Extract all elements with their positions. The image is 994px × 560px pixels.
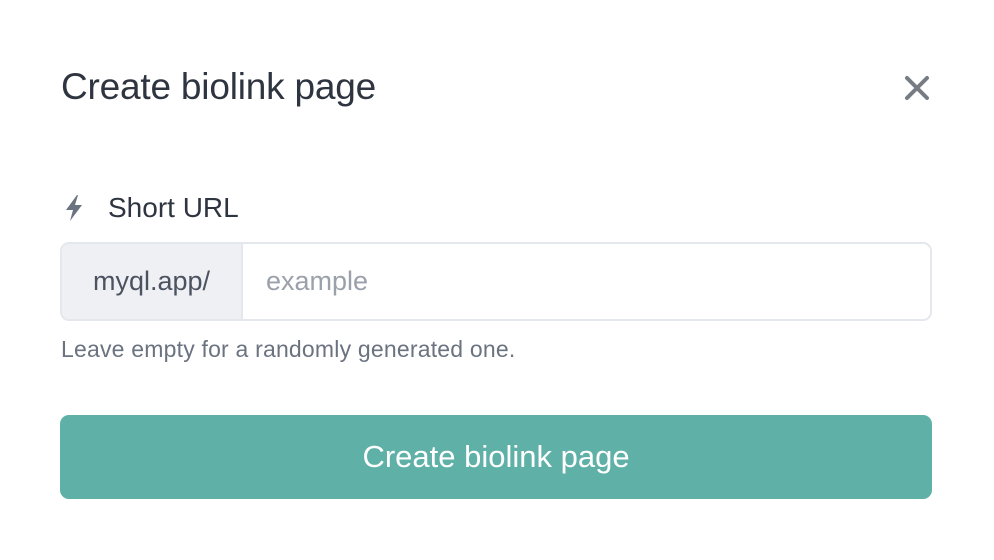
short-url-input[interactable]	[243, 244, 930, 319]
help-text: Leave empty for a randomly generated one…	[61, 336, 516, 362]
close-button[interactable]	[898, 70, 936, 108]
create-biolink-button[interactable]: Create biolink page	[60, 415, 932, 499]
close-icon	[904, 75, 930, 104]
create-biolink-modal: Create biolink page Short URL myql.app/ …	[0, 0, 994, 560]
bolt-icon	[62, 193, 86, 223]
short-url-label: Short URL	[108, 192, 239, 223]
short-url-input-group: myql.app/	[60, 242, 932, 321]
short-url-label-row: Short URL	[62, 190, 239, 226]
url-prefix: myql.app/	[62, 244, 243, 319]
modal-title: Create biolink page	[61, 66, 377, 107]
